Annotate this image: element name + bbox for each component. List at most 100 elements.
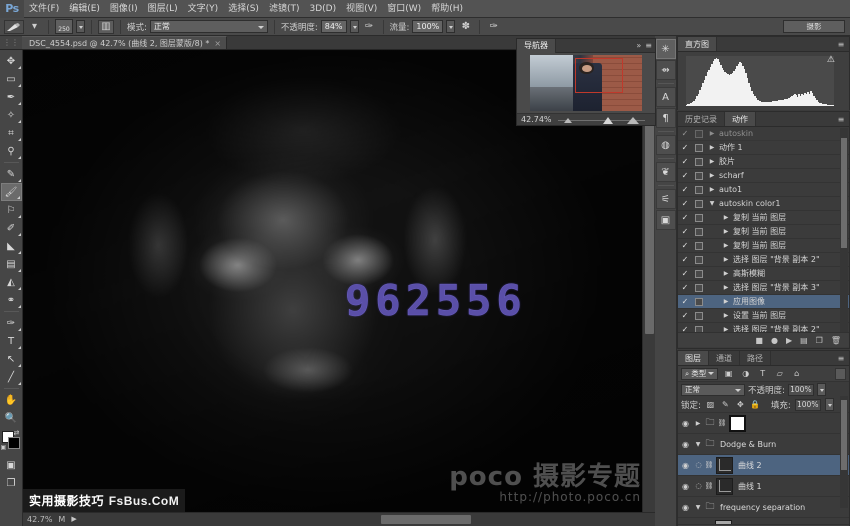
action-enable-check[interactable]: ✓ (678, 241, 692, 250)
action-row[interactable]: ✓▶复制 当前 图层 (678, 225, 849, 239)
brush-preview-icon[interactable] (4, 20, 24, 34)
action-row[interactable]: ✓▶auto1 (678, 183, 849, 197)
background-color-swatch[interactable] (8, 437, 20, 449)
adjustments-dock-icon[interactable]: ⇴ (656, 60, 676, 80)
action-row[interactable]: ✓▼autoskin color1 (678, 197, 849, 211)
action-enable-check[interactable]: ✓ (678, 171, 692, 180)
action-disclosure-icon[interactable]: ▶ (706, 158, 718, 165)
action-dialog-toggle[interactable] (692, 312, 706, 320)
info-dock-icon[interactable]: ▣ (656, 210, 676, 230)
lock-all-icon[interactable]: 🔒 (750, 399, 761, 410)
lasso-tool[interactable]: ✒ (1, 88, 22, 106)
flow-stepper[interactable] (446, 20, 455, 33)
action-dialog-toggle[interactable] (692, 298, 706, 306)
pen-tool[interactable]: ✑ (1, 314, 22, 332)
history-brush-tool[interactable]: ✐ (1, 219, 22, 237)
eyedropper-tool[interactable]: ⚲ (1, 142, 22, 160)
action-disclosure-icon[interactable]: ▶ (720, 312, 732, 319)
layers-list[interactable]: ◉▶🗀⛓◉▼🗀Dodge & Burn◉◌⛓曲线 2◉◌⛓曲线 1◉▼🗀freq… (678, 412, 849, 524)
menu-item-view[interactable]: 视图(V) (341, 0, 382, 18)
menu-item-layer[interactable]: 图层(L) (143, 0, 183, 18)
action-row[interactable]: ✓▶应用图像 (678, 295, 849, 309)
layer-thumbnail[interactable] (715, 520, 732, 525)
group-disclosure-icon[interactable]: ▼ (693, 441, 703, 448)
default-colors-icon[interactable]: ▣ (1, 444, 7, 451)
action-disclosure-icon[interactable]: ▶ (720, 326, 732, 332)
opacity-stepper[interactable] (350, 20, 359, 33)
layer-row[interactable]: ◉背景 副本 3 (678, 518, 849, 524)
action-row[interactable]: ✓▶scharf (678, 169, 849, 183)
zoom-out-icon[interactable] (564, 118, 572, 123)
action-enable-check[interactable]: ✓ (678, 297, 692, 306)
play-icon[interactable]: ▶ (786, 336, 792, 345)
filter-adjustment-icon[interactable]: ◑ (739, 368, 752, 380)
zoom-in-icon[interactable] (627, 117, 639, 124)
action-enable-check[interactable]: ✓ (678, 199, 692, 208)
brush-size-stepper[interactable] (76, 20, 85, 33)
layers-scrollbar[interactable] (840, 396, 848, 508)
navigator-preview[interactable] (517, 53, 655, 113)
layer-chain-icon[interactable]: ⛓ (704, 461, 714, 469)
lock-position-icon[interactable]: ✥ (735, 399, 746, 410)
opacity-field[interactable]: 84% (321, 20, 347, 33)
action-dialog-toggle[interactable] (692, 228, 706, 236)
healing-brush-tool[interactable]: ✎ (1, 165, 22, 183)
action-enable-check[interactable]: ✓ (678, 227, 692, 236)
action-disclosure-icon[interactable]: ▶ (706, 186, 718, 193)
clone-stamp-tool[interactable]: ⚐ (1, 201, 22, 219)
delete-icon[interactable]: 🗑 (831, 336, 841, 345)
menu-item-file[interactable]: 文件(F) (24, 0, 64, 18)
document-tab[interactable]: DSC_4554.psd @ 42.7% (曲线 2, 图层蒙版/8) * × (22, 36, 227, 49)
layer-row[interactable]: ◉◌⛓曲线 1 (678, 476, 849, 497)
color-swatches[interactable]: ⇄ ▣ (1, 430, 22, 450)
action-disclosure-icon[interactable]: ▶ (720, 270, 732, 277)
new-action-icon[interactable]: ❐ (816, 336, 823, 345)
layer-fill-stepper[interactable] (825, 398, 834, 411)
double-chevron-icon[interactable]: » (636, 41, 641, 50)
action-enable-check[interactable]: ✓ (678, 311, 692, 320)
action-enable-check[interactable]: ✓ (678, 325, 692, 332)
action-dialog-toggle[interactable] (692, 214, 706, 222)
action-disclosure-icon[interactable]: ▶ (720, 298, 732, 305)
action-row[interactable]: ✓▶复制 当前 图层 (678, 239, 849, 253)
brush-dropdown-icon[interactable]: ▾ (27, 20, 42, 34)
action-row[interactable]: ✓▶选择 图层 "背景 副本 2" (678, 323, 849, 332)
action-disclosure-icon[interactable]: ▶ (706, 144, 718, 151)
marquee-tool[interactable]: ▭ (1, 70, 22, 88)
menu-item-3d[interactable]: 3D(D) (304, 0, 341, 18)
navigator-view-box[interactable] (575, 58, 623, 93)
action-disclosure-icon[interactable]: ▶ (720, 284, 732, 291)
layer-visibility-icon[interactable]: ◉ (678, 503, 693, 512)
action-dialog-toggle[interactable] (692, 270, 706, 278)
brush-tool[interactable]: 🖌 (1, 183, 22, 201)
blend-mode-select[interactable]: 正常 (150, 20, 268, 33)
panel-menu-icon[interactable]: ≡ (645, 41, 652, 50)
menu-item-help[interactable]: 帮助(H) (426, 0, 468, 18)
action-row[interactable]: ✓▶动作 1 (678, 141, 849, 155)
flow-field[interactable]: 100% (412, 20, 443, 33)
layer-opacity-field[interactable]: 100% (788, 384, 814, 396)
layer-row[interactable]: ◉▼🗀frequency separation (678, 497, 849, 518)
tab-actions[interactable]: 动作 (725, 112, 756, 126)
tab-channels[interactable]: 通道 (709, 351, 740, 365)
airbrush-icon[interactable]: ✽ (458, 20, 473, 34)
actions-scrollbar[interactable] (840, 128, 848, 332)
layer-link-icon[interactable]: ◌ (693, 461, 704, 469)
workspace-switcher[interactable]: 摄影 (783, 20, 845, 33)
quick-mask-icon[interactable]: ▣ (1, 456, 22, 474)
layer-visibility-icon[interactable]: ◉ (678, 461, 693, 470)
action-dialog-toggle[interactable] (692, 256, 706, 264)
layer-chain-icon[interactable]: ⛓ (717, 419, 727, 427)
action-dialog-toggle[interactable] (692, 172, 706, 180)
layer-thumbnail[interactable] (716, 478, 733, 495)
layer-visibility-icon[interactable]: ◉ (678, 482, 693, 491)
action-enable-check[interactable]: ✓ (678, 129, 692, 138)
hand-tool[interactable]: ✋ (1, 391, 22, 409)
swap-colors-icon[interactable]: ⇄ (14, 429, 20, 437)
action-disclosure-icon[interactable]: ▶ (706, 130, 718, 137)
stop-icon[interactable]: ■ (755, 336, 763, 345)
layer-visibility-icon[interactable]: ◉ (678, 440, 693, 449)
scrollbar-thumb[interactable] (381, 515, 471, 524)
close-icon[interactable]: × (214, 37, 221, 50)
opacity-pressure-icon[interactable]: ✑ (362, 20, 377, 34)
